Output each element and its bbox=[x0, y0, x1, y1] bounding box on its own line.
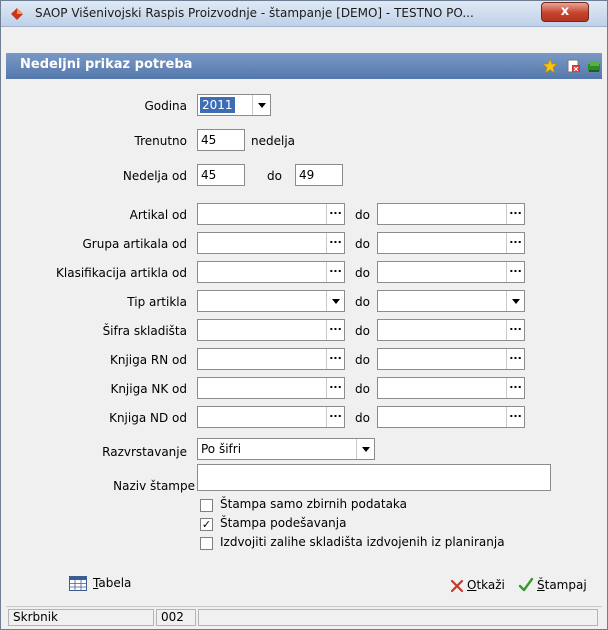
browse-button[interactable]: ... bbox=[506, 407, 524, 427]
artikal-to-input[interactable]: ... bbox=[377, 203, 525, 225]
form-header: Nedeljni prikaz potreba bbox=[6, 53, 602, 79]
export-icon[interactable] bbox=[566, 58, 582, 74]
browse-button[interactable]: ... bbox=[506, 349, 524, 369]
trenutno-input[interactable]: 45 bbox=[197, 129, 245, 151]
sifra-skladista-from-input[interactable]: ... bbox=[197, 319, 345, 341]
knjiga-rn-label: Knjiga RN od bbox=[109, 353, 187, 367]
podesavanja-checkbox[interactable]: ✓ bbox=[200, 518, 213, 531]
knjiga-nd-do-label: do bbox=[355, 411, 370, 425]
status-user: Skrbnik bbox=[8, 609, 154, 626]
tip-artikla-to-select[interactable] bbox=[377, 290, 525, 312]
sifra-skladista-do-label: do bbox=[355, 324, 370, 338]
app-window: SAOP Višenivojski Raspis Proizvodnje - š… bbox=[0, 0, 608, 630]
razvrstavanje-value: Po šifri bbox=[201, 442, 242, 456]
knjiga-nk-from-input[interactable]: ... bbox=[197, 377, 345, 399]
status-bar: Skrbnik 002 bbox=[6, 606, 602, 627]
tip-artikla-do-label: do bbox=[355, 295, 370, 309]
browse-button[interactable]: ... bbox=[506, 320, 524, 340]
knjiga-nd-label: Knjiga ND od bbox=[109, 411, 187, 425]
grupa-do-label: do bbox=[355, 237, 370, 251]
check-icon: ✓ bbox=[201, 518, 212, 531]
knjiga-rn-to-input[interactable]: ... bbox=[377, 348, 525, 370]
nedelja-suffix: nedelja bbox=[251, 134, 296, 148]
browse-button[interactable]: ... bbox=[506, 378, 524, 398]
klasifikacija-to-input[interactable]: ... bbox=[377, 261, 525, 283]
tip-artikla-from-select[interactable] bbox=[197, 290, 345, 312]
checkmark-icon bbox=[518, 577, 534, 592]
zbirni-checkbox[interactable] bbox=[200, 499, 213, 512]
tabela-button[interactable]: Tabela bbox=[69, 575, 169, 595]
chevron-down-icon[interactable] bbox=[356, 439, 374, 459]
grupa-from-input[interactable]: ... bbox=[197, 232, 345, 254]
chevron-down-icon[interactable] bbox=[326, 291, 344, 311]
godina-value: 2011 bbox=[200, 97, 235, 113]
form-title: Nedeljni prikaz potreba bbox=[20, 57, 193, 72]
nedelja-do-input[interactable]: 49 bbox=[295, 164, 343, 186]
browse-button[interactable]: ... bbox=[506, 204, 524, 224]
browse-button[interactable]: ... bbox=[326, 320, 344, 340]
nedelja-od-input[interactable]: 45 bbox=[197, 164, 245, 186]
cancel-x-icon bbox=[450, 579, 464, 593]
nedelja-do-label: do bbox=[267, 169, 282, 183]
podesavanja-label[interactable]: Štampa podešavanja bbox=[220, 516, 520, 532]
browse-button[interactable]: ... bbox=[326, 233, 344, 253]
tip-artikla-label: Tip artikla bbox=[127, 295, 187, 309]
artikal-from-input[interactable]: ... bbox=[197, 203, 345, 225]
title-bar[interactable]: SAOP Višenivojski Raspis Proizvodnje - š… bbox=[1, 1, 607, 27]
chevron-down-icon[interactable] bbox=[506, 291, 524, 311]
tabela-label: Tabela bbox=[93, 576, 132, 590]
window-title: SAOP Višenivojski Raspis Proizvodnje - š… bbox=[35, 6, 474, 20]
klasifikacija-do-label: do bbox=[355, 266, 370, 280]
grupa-label: Grupa artikala od bbox=[82, 237, 187, 251]
knjiga-nk-label: Knjiga NK od bbox=[110, 382, 187, 396]
knjiga-nd-to-input[interactable]: ... bbox=[377, 406, 525, 428]
razvrstavanje-select[interactable]: Po šifri bbox=[197, 438, 375, 460]
sifra-skladista-label: Šifra skladišta bbox=[102, 324, 187, 338]
sifra-skladista-to-input[interactable]: ... bbox=[377, 319, 525, 341]
otkazi-button[interactable]: Otkaži bbox=[450, 577, 520, 597]
knjiga-nk-do-label: do bbox=[355, 382, 370, 396]
trenutno-label: Trenutno bbox=[134, 134, 187, 148]
status-extra bbox=[198, 609, 598, 626]
chevron-down-icon[interactable] bbox=[252, 95, 270, 115]
godina-select[interactable]: 2011 bbox=[197, 94, 271, 116]
browse-button[interactable]: ... bbox=[326, 407, 344, 427]
browse-button[interactable]: ... bbox=[326, 378, 344, 398]
nedelja-od-label: Nedelja od bbox=[122, 169, 187, 183]
browse-button[interactable]: ... bbox=[506, 262, 524, 282]
naziv-stampe-label: Naziv štampe bbox=[113, 479, 195, 493]
stampaj-button[interactable]: Štampaj bbox=[518, 577, 598, 597]
naziv-stampe-input[interactable] bbox=[197, 464, 551, 491]
klasifikacija-label: Klasifikacija artikla od bbox=[56, 266, 187, 280]
books-icon[interactable] bbox=[586, 58, 602, 74]
star-icon[interactable] bbox=[542, 58, 558, 74]
browse-button[interactable]: ... bbox=[326, 349, 344, 369]
knjiga-rn-from-input[interactable]: ... bbox=[197, 348, 345, 370]
browse-button[interactable]: ... bbox=[326, 204, 344, 224]
table-icon bbox=[69, 576, 87, 591]
zbirni-label[interactable]: Štampa samo zbirnih podataka bbox=[220, 497, 520, 513]
godina-label: Godina bbox=[144, 99, 187, 113]
razvrstavanje-label: Razvrstavanje bbox=[102, 445, 187, 459]
izdvojiti-checkbox[interactable] bbox=[200, 537, 213, 550]
knjiga-rn-do-label: do bbox=[355, 353, 370, 367]
knjiga-nd-from-input[interactable]: ... bbox=[197, 406, 345, 428]
grupa-to-input[interactable]: ... bbox=[377, 232, 525, 254]
izdvojiti-label[interactable]: Izdvojiti zalihe skladišta izdvojenih iz… bbox=[220, 535, 560, 551]
klasifikacija-from-input[interactable]: ... bbox=[197, 261, 345, 283]
artikal-label: Artikal od bbox=[129, 208, 187, 222]
close-button[interactable]: x bbox=[541, 2, 589, 22]
status-code: 002 bbox=[156, 609, 196, 626]
knjiga-nk-to-input[interactable]: ... bbox=[377, 377, 525, 399]
app-logo-icon bbox=[11, 8, 23, 20]
artikal-do-label: do bbox=[355, 208, 370, 222]
browse-button[interactable]: ... bbox=[506, 233, 524, 253]
stampaj-label: Štampaj bbox=[537, 578, 587, 592]
otkazi-label: Otkaži bbox=[467, 578, 505, 592]
browse-button[interactable]: ... bbox=[326, 262, 344, 282]
